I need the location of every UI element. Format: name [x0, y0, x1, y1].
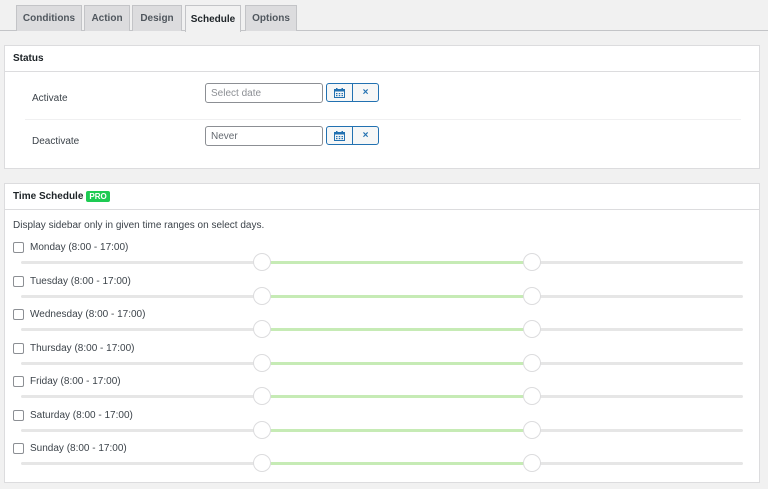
deactivate-label: Deactivate [32, 136, 80, 147]
activate-label: Activate [32, 93, 68, 104]
range-end-handle[interactable] [523, 353, 542, 372]
deactivate-row: Deactivate × [25, 121, 741, 163]
day-label: Wednesday (8:00 - 17:00) [30, 309, 146, 320]
day-checkbox[interactable] [13, 342, 24, 354]
status-panel: Status Activate × Deactivate [4, 45, 760, 169]
deactivate-date-input[interactable] [205, 126, 323, 146]
activate-calendar-button[interactable] [326, 83, 353, 102]
deactivate-calendar-button[interactable] [326, 126, 353, 145]
selected-range [261, 462, 533, 465]
day-row: Monday (8:00 - 17:00) [13, 242, 753, 272]
range-end-handle[interactable] [523, 387, 542, 405]
day-label: Monday (8:00 - 17:00) [30, 242, 129, 253]
day-checkbox[interactable] [13, 309, 24, 320]
range-start-handle[interactable] [252, 253, 271, 271]
selected-range [261, 261, 533, 264]
tab-action[interactable]: Action [84, 5, 130, 31]
tab-schedule[interactable]: Schedule [185, 5, 241, 32]
time-schedule-description: Display sidebar only in given time range… [13, 220, 265, 231]
day-label: Tuesday (8:00 - 17:00) [30, 275, 131, 287]
tab-design[interactable]: Design [132, 5, 182, 31]
day-label: Thursday (8:00 - 17:00) [30, 342, 135, 354]
day-checkbox[interactable] [13, 275, 24, 287]
range-end-handle[interactable] [523, 286, 542, 305]
range-end-handle[interactable] [523, 454, 542, 472]
time-schedule-title-text: Time Schedule [13, 191, 84, 202]
range-end-handle[interactable] [523, 320, 542, 338]
close-icon: × [362, 130, 369, 141]
time-range-slider[interactable] [21, 420, 743, 439]
day-label: Sunday (8:00 - 17:00) [30, 443, 127, 454]
calendar-icon [334, 87, 345, 98]
day-checkbox[interactable] [13, 376, 24, 387]
range-end-handle[interactable] [523, 420, 542, 439]
tab-conditions[interactable]: Conditions [16, 5, 82, 31]
day-row: Saturday (8:00 - 17:00) [13, 409, 753, 440]
day-label: Friday (8:00 - 17:00) [30, 376, 121, 387]
selected-range [261, 328, 533, 331]
day-row: Wednesday (8:00 - 17:00) [13, 309, 753, 339]
activate-row: Activate × [25, 78, 741, 120]
time-schedule-title: Time Schedule PRO [5, 184, 759, 210]
day-row: Thursday (8:00 - 17:00) [13, 342, 753, 373]
deactivate-clear-button[interactable]: × [352, 126, 379, 145]
day-checkbox[interactable] [13, 443, 24, 454]
tab-options[interactable]: Options [245, 5, 297, 31]
range-start-handle[interactable] [252, 420, 271, 439]
pro-badge: PRO [86, 191, 110, 202]
close-icon: × [362, 87, 369, 98]
activate-clear-button[interactable]: × [352, 83, 379, 102]
time-range-slider[interactable] [21, 253, 743, 271]
time-range-slider[interactable] [21, 353, 743, 372]
time-range-slider[interactable] [21, 286, 743, 305]
time-range-slider[interactable] [21, 454, 743, 472]
day-row: Friday (8:00 - 17:00) [13, 376, 753, 406]
time-range-slider[interactable] [21, 387, 743, 405]
day-label: Saturday (8:00 - 17:00) [30, 409, 133, 421]
selected-range [261, 294, 533, 298]
time-schedule-panel: Time Schedule PRO Display sidebar only i… [4, 183, 760, 483]
day-row: Tuesday (8:00 - 17:00) [13, 275, 753, 306]
day-checkbox[interactable] [13, 409, 24, 421]
selected-range [261, 395, 533, 398]
range-start-handle[interactable] [252, 387, 271, 405]
time-range-slider[interactable] [21, 320, 743, 338]
range-start-handle[interactable] [252, 286, 271, 305]
day-checkbox[interactable] [13, 242, 24, 253]
range-start-handle[interactable] [252, 353, 271, 372]
selected-range [261, 361, 533, 365]
day-row: Sunday (8:00 - 17:00) [13, 443, 753, 473]
calendar-icon [334, 130, 345, 141]
tab-bar: Conditions Action Design Schedule Option… [0, 0, 768, 32]
status-panel-title: Status [5, 46, 759, 72]
activate-date-input[interactable] [205, 83, 323, 103]
range-start-handle[interactable] [252, 454, 271, 472]
selected-range [261, 428, 533, 432]
range-start-handle[interactable] [252, 320, 271, 338]
range-end-handle[interactable] [523, 253, 542, 271]
